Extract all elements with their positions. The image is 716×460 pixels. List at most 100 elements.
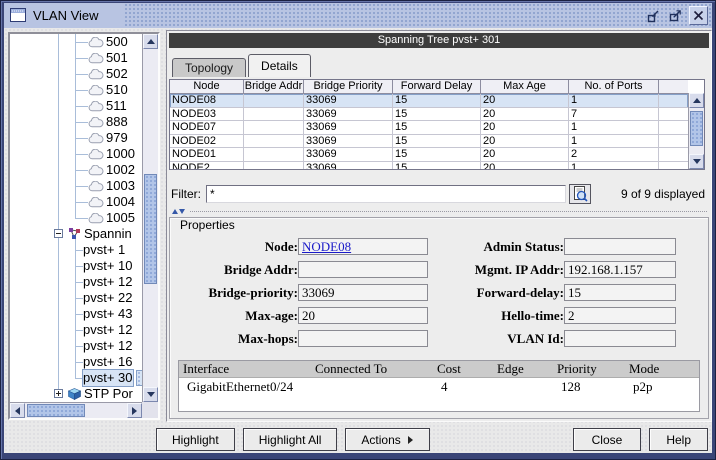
cell-bridge_priority: 33069 (304, 162, 393, 170)
splitter-collapse-down-icon[interactable] (179, 209, 185, 217)
column-header-bridge-addr[interactable]: Bridge Addr (244, 80, 304, 94)
column-header-max-age[interactable]: Max Age (481, 80, 569, 94)
table-vertical-scrollbar[interactable] (688, 93, 704, 169)
tree-item-vlan-888[interactable]: 888 (10, 114, 142, 130)
property-value-field[interactable]: 20 (298, 307, 428, 324)
splitter-collapse-up-icon[interactable] (172, 206, 178, 214)
scroll-up-icon[interactable] (689, 93, 704, 108)
help-button[interactable]: Help (649, 428, 708, 451)
cell-forward_delay: 15 (393, 162, 481, 170)
scroll-down-icon[interactable] (689, 154, 704, 169)
column-header-forward-delay[interactable]: Forward Delay (393, 80, 481, 94)
property-field-left: Max-age:20 (176, 307, 436, 324)
tree-connector-line (58, 178, 59, 194)
interface-table-row[interactable]: GigabitEthernet0/244128p2p (179, 378, 699, 395)
tree-item-pvst+-12[interactable]: pvst+ 12 (10, 338, 142, 354)
vlan-label: 979 (106, 130, 128, 146)
minimize-icon[interactable] (645, 7, 662, 24)
tree-item-vlan-510[interactable]: 510 (10, 82, 142, 98)
table-row-NODE2[interactable]: NODE23306915201 (170, 162, 688, 170)
property-label: Max-age: (176, 308, 298, 324)
property-value-field[interactable]: 33069 (298, 284, 428, 301)
cell-bridge_priority: 33069 (304, 135, 393, 149)
table-row-NODE07[interactable]: NODE073306915201 (170, 121, 688, 135)
tree-item-pvst+-1[interactable]: pvst+ 1 (10, 242, 142, 258)
cell-filler (659, 148, 688, 162)
scroll-right-icon[interactable] (127, 403, 142, 418)
highlight-all-button[interactable]: Highlight All (243, 428, 338, 451)
property-value-field[interactable]: 192.168.1.157 (564, 261, 676, 278)
actions-button[interactable]: Actions (345, 428, 429, 451)
tree-item-pvst+-10[interactable]: pvst+ 10 (10, 258, 142, 274)
vlan-label: 1005 (106, 210, 135, 226)
property-value-field[interactable]: 2 (564, 307, 676, 324)
table-row-NODE02[interactable]: NODE023306915201 (170, 135, 688, 149)
property-value-field[interactable] (564, 330, 676, 347)
window-titlebar[interactable]: VLAN View (4, 3, 712, 29)
column-header-node[interactable]: Node (170, 80, 244, 94)
tree-item-pvst+-12[interactable]: pvst+ 12 (10, 322, 142, 338)
tree-connector-line (58, 50, 59, 66)
tree-item-stp-port[interactable]: STP Por (10, 386, 142, 402)
filter-input[interactable]: * (206, 185, 566, 203)
column-header-bridge-priority[interactable]: Bridge Priority (304, 80, 393, 94)
tree-item-vlan-1003[interactable]: 1003 (10, 178, 142, 194)
tree-item-vlan-1005[interactable]: 1005 (10, 210, 142, 226)
tree-item-vlan-502[interactable]: 502 (10, 66, 142, 82)
maximize-icon[interactable] (667, 7, 684, 24)
tree-item-vlan-1002[interactable]: 1002 (10, 162, 142, 178)
property-value-field[interactable]: NODE08 (298, 238, 428, 255)
filter-search-button[interactable] (569, 184, 591, 204)
table-row-NODE01[interactable]: NODE013306915202 (170, 148, 688, 162)
filter-status: 9 of 9 displayed (599, 187, 705, 201)
tree-item-vlan-1004[interactable]: 1004 (10, 194, 142, 210)
node-link[interactable]: NODE08 (302, 239, 351, 254)
close-icon[interactable] (689, 6, 708, 25)
tree-vertical-scrollbar[interactable] (142, 34, 158, 402)
property-value-field[interactable] (298, 330, 428, 347)
help-label: Help (666, 433, 691, 447)
tree-item-vlan-979[interactable]: 979 (10, 130, 142, 146)
property-value-field[interactable] (564, 238, 676, 255)
tree-hscroll-thumb[interactable] (27, 404, 85, 417)
close-button[interactable]: Close (573, 428, 642, 451)
splitter[interactable] (169, 208, 707, 215)
scroll-down-icon[interactable] (143, 387, 158, 402)
tree-connector-line (58, 290, 59, 306)
tree-item-spanning-tree[interactable]: Spannin (10, 226, 142, 242)
tab-details[interactable]: Details (248, 54, 311, 77)
table-vscroll-thumb[interactable] (690, 111, 703, 146)
tree-horizontal-scrollbar[interactable] (10, 402, 142, 418)
vlan-cloud-icon (88, 133, 104, 144)
tree-connector-stub (75, 90, 88, 91)
tree-item-vlan-501[interactable]: 501 (10, 50, 142, 66)
tree-item-pvst+-43[interactable]: pvst+ 43 (10, 306, 142, 322)
tree-connector-line (58, 114, 59, 130)
tree-item-vlan-1000[interactable]: 1000 (10, 146, 142, 162)
property-value-field[interactable] (298, 261, 428, 278)
tree-connector-line (58, 258, 59, 274)
table-row-NODE08[interactable]: NODE083306915201 (170, 94, 688, 108)
table-row-NODE03[interactable]: NODE033306915207 (170, 108, 688, 122)
tree-connector-stub (75, 314, 83, 315)
tree-item-pvst+-12[interactable]: pvst+ 12 (10, 274, 142, 290)
property-value-field[interactable]: 15 (564, 284, 676, 301)
column-header-no-of-ports[interactable]: No. of Ports (569, 80, 659, 94)
tree-item-vlan-511[interactable]: 511 (10, 98, 142, 114)
tree-item-vlan-500[interactable]: 500 (10, 34, 142, 50)
tree-connector-stub (75, 298, 83, 299)
scroll-up-icon[interactable] (143, 34, 158, 49)
tab-topology[interactable]: Topology (172, 58, 246, 77)
tree-item-pvst+-30[interactable]: pvst+ 30 (10, 370, 142, 386)
scroll-left-icon[interactable] (10, 403, 25, 418)
cell-bridge_addr (244, 121, 304, 135)
window-title: VLAN View (33, 8, 99, 23)
tree-connector-line (58, 194, 59, 210)
collapse-icon[interactable] (54, 229, 63, 238)
expand-icon[interactable] (54, 389, 63, 398)
tree-vscroll-thumb[interactable] (144, 174, 157, 284)
tree-item-pvst+-22[interactable]: pvst+ 22 (10, 290, 142, 306)
highlight-button[interactable]: Highlight (156, 428, 235, 451)
tree-item-pvst+-16[interactable]: pvst+ 16 (10, 354, 142, 370)
details-table-header: NodeBridge AddrBridge PriorityForward De… (170, 80, 688, 94)
